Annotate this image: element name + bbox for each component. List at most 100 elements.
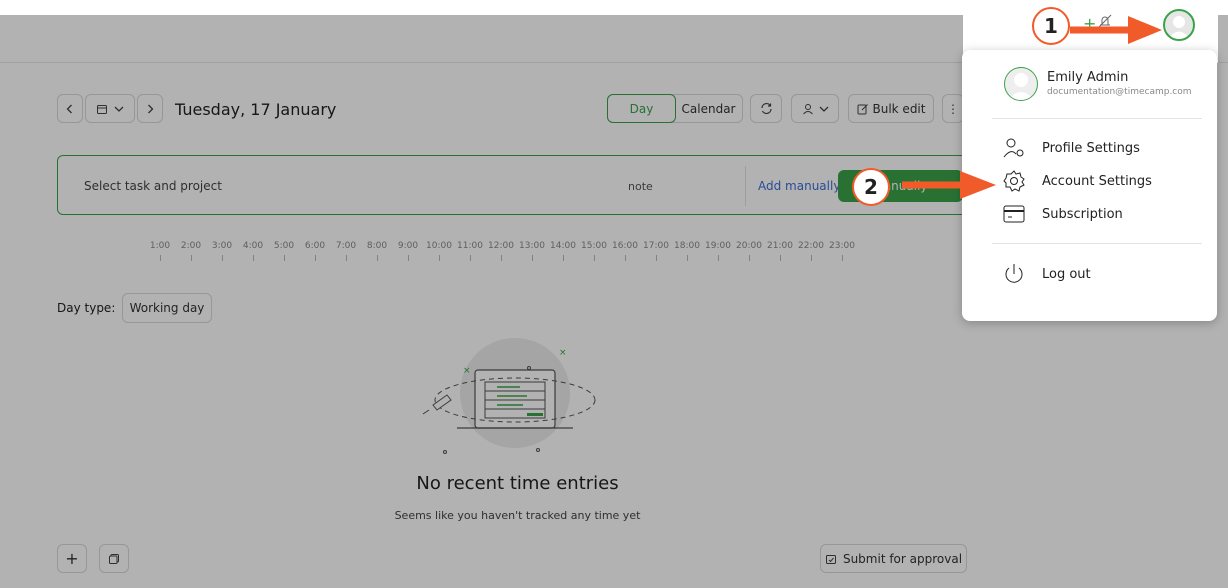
bulk-edit-label: Bulk edit (872, 101, 926, 116)
timeline-tick-mark (811, 255, 812, 261)
profile-settings-icon (1003, 138, 1024, 158)
kebab-icon: ⋮ (947, 101, 959, 116)
task-project-select[interactable]: Select task and project (84, 179, 222, 193)
timeline-tick-mark (842, 255, 843, 261)
menu-item-label: Profile Settings (1042, 140, 1140, 156)
timeline-tick-label: 10:00 (426, 241, 452, 251)
user-filter-button[interactable] (791, 94, 839, 123)
timeline-tick-label: 11:00 (457, 241, 483, 251)
chevron-right-icon (148, 104, 154, 113)
edit-icon (857, 103, 868, 114)
user-email: documentation@timecamp.com (1047, 87, 1192, 97)
menu-item-account-settings[interactable]: Account Settings (962, 166, 1217, 196)
chevron-down-icon (114, 106, 124, 112)
timeline-tick-mark (253, 255, 254, 261)
timeline-tick-label: 9:00 (397, 241, 419, 251)
plus-icon: + (65, 549, 79, 568)
timeline-tick-label: 7:00 (335, 241, 357, 251)
timeline-tick-label: 3:00 (211, 241, 233, 251)
submit-for-approval-label: Submit for approval (842, 551, 963, 566)
timeline-tick-mark (160, 255, 161, 261)
menu-item-subscription[interactable]: Subscription (962, 199, 1217, 229)
copy-entries-button[interactable] (99, 544, 129, 573)
user-avatar-button[interactable] (1163, 9, 1195, 41)
timeline-tick-mark (656, 255, 657, 261)
timeline-tick-label: 23:00 (829, 241, 855, 251)
timeline-tick-label: 1:00 (149, 241, 171, 251)
next-day-button[interactable] (137, 94, 163, 123)
menu-item-profile-settings[interactable]: Profile Settings (962, 133, 1217, 163)
annotation-badge-1: 1 (1032, 7, 1070, 45)
chevron-left-icon (66, 104, 72, 113)
timeline-tick-mark (315, 255, 316, 261)
timeline-tick-label: 2:00 (180, 241, 202, 251)
timeline-tick-label: 13:00 (519, 241, 545, 251)
timeline-tick-label: 19:00 (705, 241, 731, 251)
timeline-tick-label: 12:00 (488, 241, 514, 251)
timeline-tick-label: 20:00 (736, 241, 762, 251)
timeline-tick-mark (625, 255, 626, 261)
menu-item-log-out[interactable]: Log out (962, 259, 1217, 289)
timeline-tick-mark (749, 255, 750, 261)
refresh-button[interactable] (750, 94, 782, 123)
timeline-tick-mark (191, 255, 192, 261)
day-type-select[interactable]: Working day (122, 293, 212, 323)
timeline-tick-mark (687, 255, 688, 261)
timeline-tick-mark (470, 255, 471, 261)
note-input[interactable]: note (628, 180, 653, 193)
timeline-tick-mark (718, 255, 719, 261)
dropdown-avatar (1004, 67, 1038, 101)
add-manually-link[interactable]: Add manually (758, 179, 840, 193)
empty-state-title: No recent time entries (416, 473, 619, 494)
empty-state-illustration: × × (422, 338, 596, 454)
chevron-down-icon (819, 106, 828, 112)
submit-for-approval-button[interactable]: Submit for approval (820, 544, 967, 573)
user-name: Emily Admin (1047, 70, 1129, 85)
timeline-tick-mark (408, 255, 409, 261)
timeline-tick-mark (439, 255, 440, 261)
menu-item-label: Log out (1042, 266, 1091, 282)
annotation-badge-2: 2 (852, 168, 890, 206)
annotation-arrow-icon (902, 171, 996, 199)
timeline-tick-label: 17:00 (643, 241, 669, 251)
timeline-tick-label: 15:00 (581, 241, 607, 251)
bulk-edit-button[interactable]: Bulk edit (848, 94, 934, 123)
view-toggle: Day Calendar (607, 94, 743, 123)
timeline-tick-label: 5:00 (273, 241, 295, 251)
timeline-tick-mark (532, 255, 533, 261)
timeline-tick-mark (563, 255, 564, 261)
annotation-arrow-icon (1070, 16, 1162, 44)
timeline-tick-mark (222, 255, 223, 261)
timeline-tick-label: 22:00 (798, 241, 824, 251)
svg-text:×: × (559, 348, 567, 358)
gear-icon (1003, 170, 1025, 192)
timeline-tick-mark (780, 255, 781, 261)
power-icon (1005, 264, 1023, 283)
timeline-tick-label: 8:00 (366, 241, 388, 251)
timeline-tick-mark (346, 255, 347, 261)
more-options-button[interactable]: ⋮ (942, 94, 964, 123)
menu-divider (992, 243, 1202, 244)
timeline-tick-label: 18:00 (674, 241, 700, 251)
card-icon (1003, 205, 1025, 223)
add-entry-button[interactable]: + (57, 544, 87, 573)
person-icon (802, 103, 813, 114)
timeline-tick-label: 21:00 (767, 241, 793, 251)
calendar-icon (97, 104, 107, 114)
tracker-divider (745, 166, 746, 206)
day-type-label: Day type: (57, 301, 116, 315)
date-picker-button[interactable] (85, 94, 135, 123)
menu-item-label: Subscription (1042, 206, 1123, 222)
timeline-tick-label: 16:00 (612, 241, 638, 251)
avatar-icon (1168, 16, 1190, 39)
timeline-tick-label: 4:00 (242, 241, 264, 251)
empty-state-subtitle: Seems like you haven't tracked any time … (394, 509, 641, 522)
menu-item-label: Account Settings (1042, 173, 1152, 189)
date-title: Tuesday, 17 January (175, 100, 337, 119)
tab-calendar[interactable]: Calendar (675, 95, 742, 122)
tab-day[interactable]: Day (607, 94, 676, 123)
timeline-tick-mark (501, 255, 502, 261)
previous-day-button[interactable] (57, 94, 83, 123)
calendar-check-icon (825, 554, 836, 564)
menu-divider (992, 118, 1202, 119)
